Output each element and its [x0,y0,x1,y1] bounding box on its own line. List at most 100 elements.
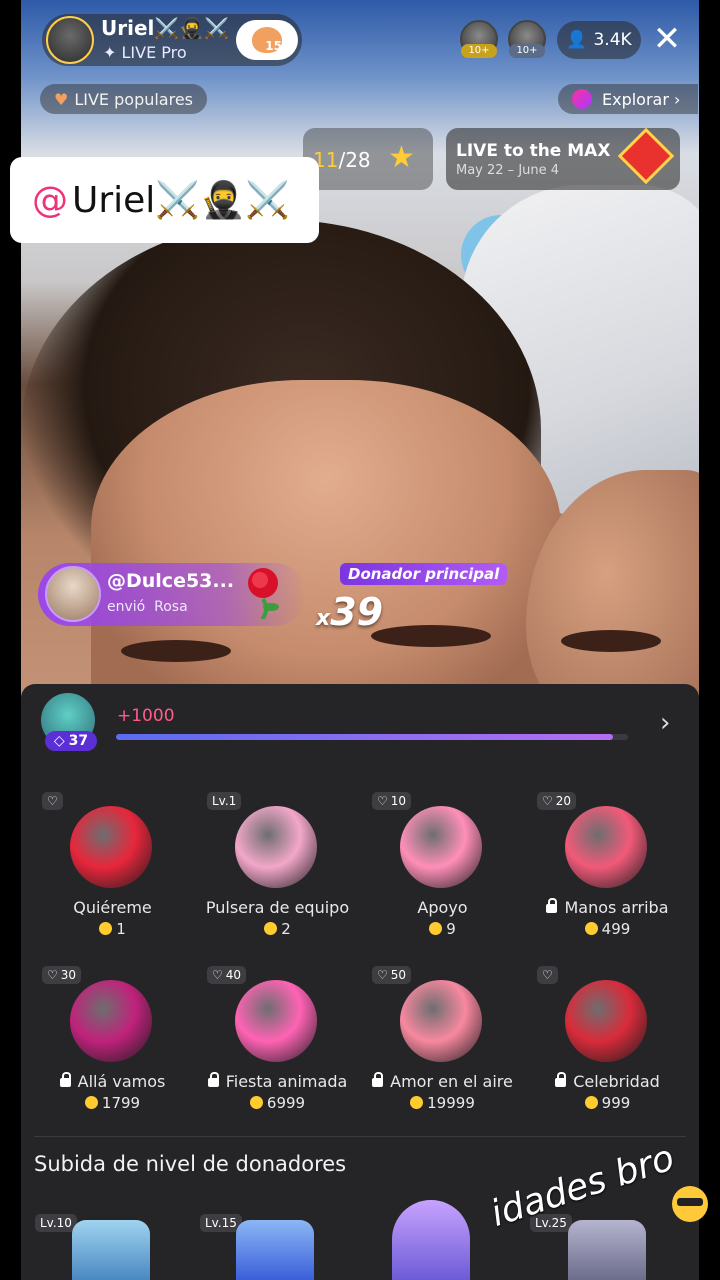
gift-item[interactable]: ♡ 50 Amor en el aire 19999 [360,964,525,1134]
gift-price-value: 1799 [101,1094,141,1112]
gift-price-value: 1 [116,920,126,938]
heart-outline-icon: ♡ [542,794,553,808]
popular-live-label: LIVE populares [74,89,194,109]
gift-price-value: 9 [446,920,456,938]
rank-text: 11/28 [313,148,371,172]
gift-item[interactable]: ♡ 20 Manos arriba 499 [525,790,690,960]
gift-tag-value: 20 [555,794,572,808]
chevron-right-icon[interactable]: › [660,708,670,738]
multiplier-prefix: x [316,606,331,631]
coin-icon [584,922,598,935]
gift-name: Fiesta animada [195,1072,360,1091]
coin-icon [264,922,278,935]
explore-label: Explorar › [602,89,681,109]
heart-outline-icon: ♡ [212,968,223,982]
mention-overlay: @ Uriel⚔️🥷⚔️ [10,157,319,243]
heart-icon: ♥ [54,89,69,109]
viewer-rank-badge: 10+ [461,44,497,58]
gift-price-value: 999 [601,1094,631,1112]
gifter-name: @Dulce53... [107,570,235,592]
gift-name: Amor en el aire [360,1072,525,1091]
gift-price: 1 [30,920,195,938]
gift-item[interactable]: ♡ Quiéreme 1 [30,790,195,960]
rose-gift-icon [248,568,279,619]
gift-name-text: Apoyo [417,898,468,917]
viewer-rank-badge: 10+ [509,44,545,58]
level-gift-item[interactable] [72,1220,150,1280]
heart-outline-icon: ♡ [47,794,58,808]
gift-image [235,980,317,1062]
gift-tag: ♡ 40 [207,966,247,984]
coin-icon [429,922,443,935]
gem-icon: ◇ [53,733,65,749]
heart-outline-icon: ♡ [542,968,553,982]
gift-tag: Lv.1 [207,792,242,810]
heart-outline-icon: ♡ [47,968,58,982]
gift-tag: ♡ 50 [372,966,412,984]
gift-price: 1799 [30,1094,195,1112]
gift-tag: ♡ 20 [537,792,577,810]
at-symbol: @ [32,179,68,221]
gift-item[interactable]: ♡ 30 Allá vamos 1799 [30,964,195,1134]
gift-image [70,980,152,1062]
gift-image [565,806,647,888]
coin-icon [410,1096,424,1109]
gift-name: Pulsera de equipo [195,898,360,917]
level-progress-fill [116,734,613,740]
rank-total: /28 [338,148,371,172]
event-title: LIVE to the MAX [456,141,611,161]
gift-image [400,806,482,888]
close-icon[interactable]: ✕ [652,22,682,56]
gift-item[interactable]: Lv.1 Pulsera de equipo 2 [195,790,360,960]
multiplier-value: 39 [330,590,384,634]
lock-icon [555,1072,567,1087]
gift-name: Rosa [154,599,188,615]
gift-price: 9 [360,920,525,938]
gift-item[interactable]: ♡ 10 Apoyo 9 [360,790,525,960]
gift-name: Apoyo [360,898,525,917]
gift-tag-value: 30 [60,968,77,982]
gift-name-text: Quiéreme [73,898,152,917]
lock-icon [546,898,558,913]
section-divider [34,1136,686,1137]
host-subtitle: ✦ LIVE Pro [103,43,187,62]
gift-item[interactable]: ♡ 40 Fiesta animada 6999 [195,964,360,1134]
gift-image [235,806,317,888]
lock-icon [59,1072,71,1087]
popular-live-pill[interactable]: ♥ LIVE populares [40,84,208,114]
level-gift-item[interactable] [392,1200,470,1280]
lock-icon [372,1072,384,1087]
coin-icon [249,1096,263,1109]
level-gift-item[interactable] [568,1220,646,1280]
gift-name-text: Fiesta animada [225,1072,348,1091]
sunglasses-emoji-icon [672,1186,708,1222]
gift-tag-value: 10 [390,794,407,808]
gift-price: 2 [195,920,360,938]
host-avatar[interactable] [46,16,94,64]
gem-badge: ◇ 37 [45,731,97,751]
gift-tag-value: 40 [225,968,242,982]
gift-name: Quiéreme [30,898,195,917]
gift-tag: ♡ 10 [372,792,412,810]
gift-price-value: 499 [601,920,631,938]
gifter-avatar[interactable] [45,566,101,622]
gift-item[interactable]: ♡ Celebridad 999 [525,964,690,1134]
gift-name-text: Allá vamos [77,1072,166,1091]
gift-name-text: Pulsera de equipo [205,898,350,917]
gift-tag: ♡ 30 [42,966,82,984]
event-dates: May 22 – June 4 [456,163,560,178]
explore-icon [572,89,592,109]
gift-multiplier: x39 [316,590,383,634]
heart-count: 15 [265,39,282,53]
lock-icon [207,1072,219,1087]
level-gift-item[interactable] [236,1220,314,1280]
gift-name-text: Manos arriba [564,898,669,917]
person-icon: 👤 [566,30,588,50]
viewer-count-button[interactable]: 👤 3.4K [557,21,641,59]
follow-heart-button[interactable]: 15 [236,20,298,60]
gift-price-value: 2 [281,920,291,938]
gift-name: Celebridad [525,1072,690,1091]
explore-button[interactable]: Explorar › [558,84,698,114]
gem-count: 37 [68,733,89,749]
star-icon: ★ [388,140,415,175]
